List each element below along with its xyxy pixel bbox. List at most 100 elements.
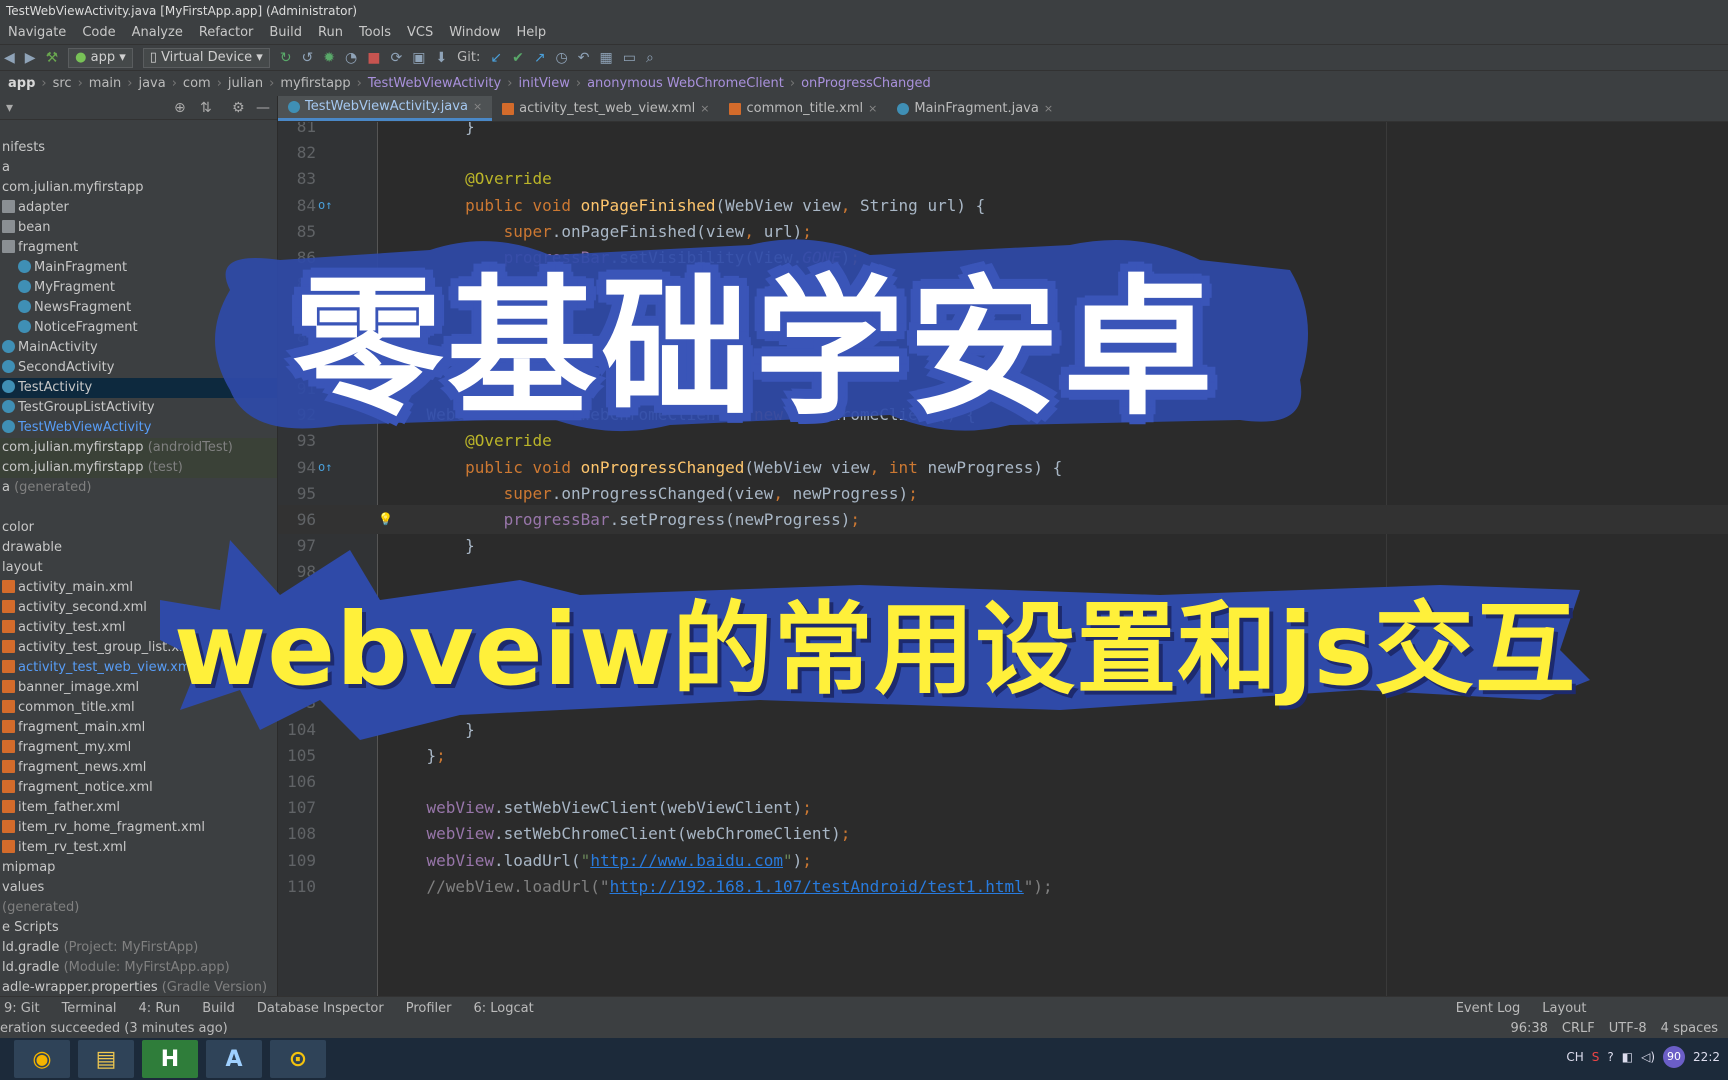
- search-icon[interactable]: ⌕: [646, 50, 654, 66]
- close-icon[interactable]: ×: [868, 96, 877, 122]
- menu-item-navigate[interactable]: Navigate: [0, 22, 74, 44]
- tree-item[interactable]: ld.gradle (Project: MyFirstApp): [0, 938, 277, 958]
- tree-item[interactable]: a (generated): [0, 478, 277, 498]
- tree-item[interactable]: adapter: [0, 198, 277, 218]
- build-hammer-icon[interactable]: ⚒: [46, 50, 59, 66]
- breadcrumb-item[interactable]: TestWebViewActivity: [368, 76, 501, 91]
- project-structure-icon[interactable]: ▦: [600, 50, 613, 66]
- breadcrumb-item[interactable]: main: [89, 76, 121, 91]
- toolwindow-database-inspector[interactable]: Database Inspector: [257, 1001, 384, 1016]
- code-line[interactable]: 108 webView.setWebChromeClient(webChrome…: [278, 819, 1728, 848]
- toolwindow-event-log[interactable]: Event Log: [1456, 1001, 1521, 1016]
- code-line[interactable]: 94 o↑ public void onProgressChanged(WebVi…: [278, 453, 1728, 482]
- menu-item-analyze[interactable]: Analyze: [124, 22, 191, 44]
- toolwindow-git[interactable]: 9: Git: [4, 1001, 40, 1016]
- tree-item[interactable]: e Scripts: [0, 918, 277, 938]
- apply-changes-icon[interactable]: ↺: [302, 50, 314, 66]
- cursor-position[interactable]: 96:38: [1510, 1020, 1547, 1038]
- git-update-icon[interactable]: ↙: [490, 50, 502, 66]
- toolwindow-run[interactable]: 4: Run: [139, 1001, 181, 1016]
- menu-item-tools[interactable]: Tools: [351, 22, 399, 44]
- menu-item-refactor[interactable]: Refactor: [191, 22, 262, 44]
- tree-item[interactable]: color: [0, 518, 277, 538]
- code-line[interactable]: 95 super.onProgressChanged(view, newProg…: [278, 479, 1728, 508]
- override-gutter-icon[interactable]: o↑: [318, 191, 332, 220]
- breadcrumb-item[interactable]: java: [138, 76, 165, 91]
- menu-item-build[interactable]: Build: [261, 22, 310, 44]
- locate-icon[interactable]: ⊕: [174, 100, 186, 116]
- volume-icon[interactable]: ◁): [1641, 1050, 1655, 1064]
- notification-badge[interactable]: 90: [1663, 1046, 1686, 1068]
- rerun-icon[interactable]: ↻: [280, 50, 292, 66]
- close-icon[interactable]: ×: [700, 96, 709, 122]
- tree-item[interactable]: (generated): [0, 898, 277, 918]
- breadcrumb-item[interactable]: com: [183, 76, 211, 91]
- stop-icon[interactable]: ■: [367, 50, 380, 66]
- menu-item-vcs[interactable]: VCS: [399, 22, 441, 44]
- git-commit-icon[interactable]: ✔: [512, 50, 524, 66]
- history-icon[interactable]: ◷: [556, 50, 568, 66]
- close-icon[interactable]: ×: [1044, 96, 1053, 122]
- file-explorer-icon[interactable]: ▤: [78, 1040, 134, 1078]
- tree-item[interactable]: ld.gradle (Module: MyFirstApp.app): [0, 958, 277, 978]
- code-line[interactable]: 106: [278, 767, 1728, 796]
- android-studio-icon[interactable]: A: [206, 1040, 262, 1078]
- avd-manager-icon[interactable]: ▣: [412, 50, 425, 66]
- editor-tab[interactable]: activity_test_web_view.xml ×: [492, 96, 719, 121]
- tree-item[interactable]: com.julian.myfirstapp (androidTest): [0, 438, 277, 458]
- menu-item-window[interactable]: Window: [441, 22, 508, 44]
- breadcrumb-item[interactable]: src: [53, 76, 72, 91]
- editor-tab[interactable]: TestWebViewActivity.java ×: [278, 94, 493, 121]
- rollback-icon[interactable]: ↶: [578, 50, 590, 66]
- tree-item[interactable]: item_father.xml: [0, 798, 277, 818]
- breadcrumb-item[interactable]: myfirstapp: [280, 76, 350, 91]
- toolwindow-logcat[interactable]: 6: Logcat: [473, 1001, 533, 1016]
- toolwindow-profiler[interactable]: Profiler: [406, 1001, 452, 1016]
- device-select[interactable]: ▯ Virtual Device ▾: [142, 47, 270, 68]
- menu-item-help[interactable]: Help: [508, 22, 554, 44]
- chevron-down-icon[interactable]: ▾: [6, 100, 13, 116]
- breadcrumb-item[interactable]: app: [8, 76, 35, 91]
- layout-icon[interactable]: ▭: [623, 50, 636, 66]
- toolwindow-terminal[interactable]: Terminal: [62, 1001, 117, 1016]
- code-line[interactable]: 82: [278, 138, 1728, 167]
- indent-setting[interactable]: 4 spaces: [1661, 1020, 1718, 1038]
- sdk-manager-icon[interactable]: ⬇: [435, 50, 447, 66]
- toolwindow-layout[interactable]: Layout: [1542, 1001, 1586, 1016]
- tree-item[interactable]: a: [0, 158, 277, 178]
- breadcrumb-item[interactable]: onProgressChanged: [801, 76, 931, 91]
- tree-item[interactable]: values: [0, 878, 277, 898]
- code-line[interactable]: 107 webView.setWebViewClient(webViewClie…: [278, 793, 1728, 822]
- code-line[interactable]: 110 //webView.loadUrl("http://192.168.1.…: [278, 872, 1728, 901]
- breadcrumb-item[interactable]: initView: [518, 76, 569, 91]
- code-line[interactable]: 109 webView.loadUrl("http://www.baidu.co…: [278, 846, 1728, 875]
- screen-recorder-icon[interactable]: ⊙: [270, 1040, 326, 1078]
- override-gutter-icon[interactable]: o↑: [318, 453, 332, 482]
- gear-icon[interactable]: ⚙: [232, 100, 245, 116]
- chrome-icon[interactable]: ◉: [14, 1040, 70, 1078]
- tree-item[interactable]: fragment_my.xml: [0, 738, 277, 758]
- tree-item[interactable]: [0, 498, 277, 518]
- tree-item[interactable]: fragment_news.xml: [0, 758, 277, 778]
- git-push-icon[interactable]: ↗: [534, 50, 546, 66]
- tree-item[interactable]: fragment_notice.xml: [0, 778, 277, 798]
- tree-item[interactable]: com.julian.myfirstapp (test): [0, 458, 277, 478]
- tree-item[interactable]: adle-wrapper.properties (Gradle Version): [0, 978, 277, 996]
- breadcrumb-item[interactable]: julian: [228, 76, 263, 91]
- tree-item[interactable]: nifests: [0, 138, 277, 158]
- close-icon[interactable]: ×: [473, 94, 482, 120]
- help-icon[interactable]: ?: [1607, 1050, 1613, 1064]
- network-icon[interactable]: ◧: [1622, 1050, 1633, 1064]
- code-line[interactable]: 84 o↑ public void onPageFinished(WebView …: [278, 191, 1728, 220]
- hbuilder-icon[interactable]: H: [142, 1040, 198, 1078]
- run-config-select[interactable]: ● app ▾: [68, 47, 133, 68]
- sogou-icon[interactable]: S: [1592, 1050, 1600, 1064]
- toolwindow-build[interactable]: Build: [202, 1001, 235, 1016]
- back-icon[interactable]: ◀: [4, 50, 15, 66]
- input-language[interactable]: CH: [1566, 1050, 1583, 1064]
- editor-tab[interactable]: common_title.xml ×: [719, 96, 887, 121]
- collapse-all-icon[interactable]: ⇅: [200, 100, 212, 116]
- file-encoding[interactable]: UTF-8: [1609, 1020, 1647, 1038]
- menu-item-code[interactable]: Code: [74, 22, 123, 44]
- code-line[interactable]: 96 💡 progressBar.setProgress(newProgress)…: [278, 505, 1728, 534]
